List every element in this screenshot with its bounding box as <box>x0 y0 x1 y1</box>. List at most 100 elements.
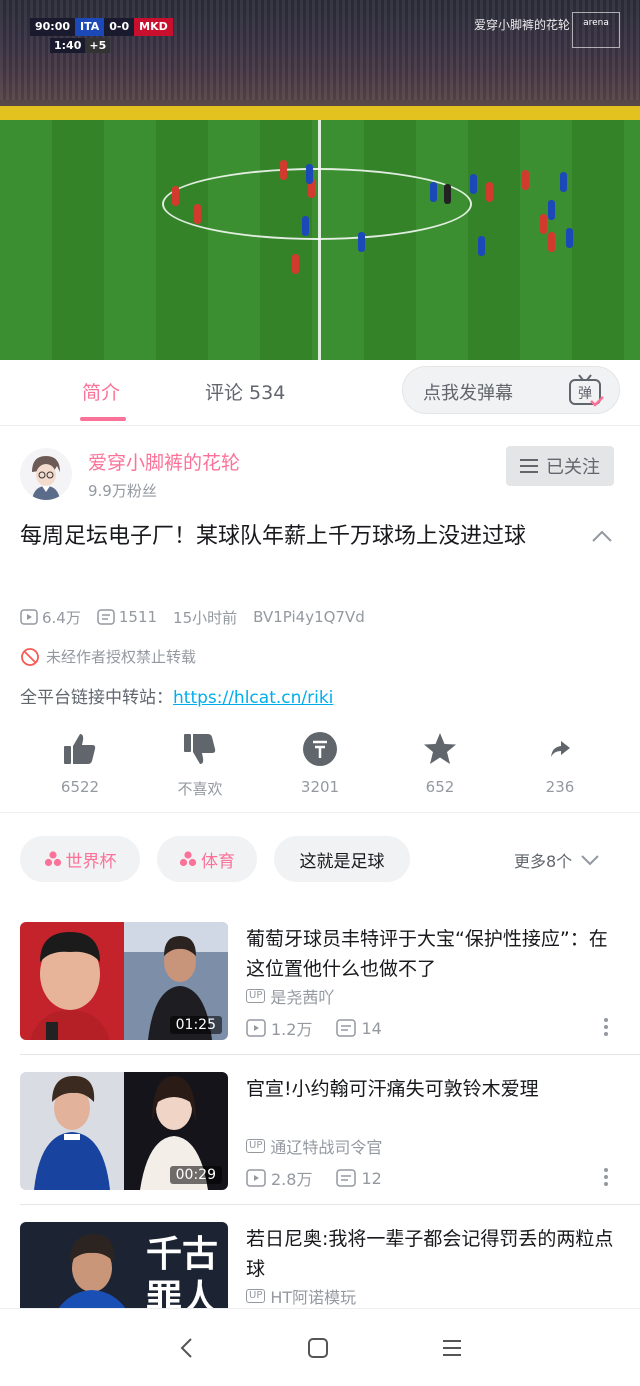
video-watermark: 爱穿小脚裤的花轮 <box>474 18 571 32</box>
danmaku-toggle-icon[interactable]: 弹 <box>567 373 605 409</box>
related-title: 官宣!小约翰可汗痛失可敦铃木爱理 <box>246 1078 539 1100</box>
more-options-icon[interactable] <box>604 1018 608 1036</box>
player <box>358 232 365 252</box>
tab-comments[interactable]: 评论 534 <box>205 378 285 405</box>
match-score: 0-0 <box>104 18 135 36</box>
author-name[interactable]: 爱穿小脚裤的花轮 <box>88 448 240 475</box>
coin-count: 3201 <box>300 778 340 796</box>
uploader-name: 通辽特战司令官 <box>270 1138 383 1157</box>
star-icon <box>424 733 456 764</box>
tab-intro[interactable]: 简介 <box>82 378 120 405</box>
share-button[interactable]: 236 <box>520 728 600 796</box>
video-thumbnail: 01:25 <box>20 922 228 1040</box>
share-arrow-icon <box>551 741 570 757</box>
extra-clock: 1:40 <box>50 38 86 53</box>
link-prefix: 全平台链接中转站： <box>20 688 173 708</box>
player <box>302 216 309 236</box>
tag-world-cup[interactable]: 世界杯 <box>20 836 140 882</box>
play-count-icon <box>246 1169 266 1187</box>
danmaku-input[interactable]: 点我发弹幕 弹 <box>402 366 620 414</box>
related-stats: 1.2万 14 <box>246 1016 406 1040</box>
favorite-button[interactable]: 652 <box>400 728 480 796</box>
divider <box>20 1204 640 1205</box>
no-repost-notice: 未经作者授权禁止转载 <box>20 646 196 667</box>
related-title: 若日尼奥:我将一辈子都会记得罚丢的两粒点球 <box>246 1228 614 1280</box>
divider <box>0 812 640 813</box>
player <box>306 164 313 184</box>
player <box>292 254 299 274</box>
danmaku-count-icon <box>97 609 115 625</box>
video-thumbnail: 00:29 <box>20 1072 228 1190</box>
uploader: UP 是尧茜吖 <box>246 984 334 1008</box>
uploader-name: 是尧茜吖 <box>270 988 335 1007</box>
description: 全平台链接中转站：https://hlcat.cn/riki <box>20 683 333 708</box>
uploader: UP 通辽特战司令官 <box>246 1134 382 1158</box>
added-time: +5 <box>85 38 111 53</box>
svg-text:千古: 千古 <box>146 1233 218 1275</box>
up-badge: UP <box>246 1139 266 1153</box>
home-icon[interactable] <box>304 1334 332 1362</box>
home-team: ITA <box>75 18 105 36</box>
up-badge: UP <box>246 1289 266 1303</box>
forbidden-icon <box>21 647 39 666</box>
related-video[interactable]: 00:29 官宣!小约翰可汗痛失可敦铃木爱理 UP 通辽特战司令官 2.8万 12 <box>0 1072 640 1222</box>
like-count: 6522 <box>60 778 100 796</box>
channel-icon <box>179 851 197 867</box>
chevron-up-icon[interactable] <box>590 528 614 544</box>
extra-time: 1:40 +5 <box>50 38 111 53</box>
coin-icon <box>303 732 337 766</box>
halfway-line <box>318 120 321 360</box>
more-options-icon[interactable] <box>604 1168 608 1186</box>
uploader-name: HT阿诺模玩 <box>270 1288 357 1307</box>
divider <box>0 425 640 426</box>
player <box>548 200 555 220</box>
tab-active-indicator <box>80 417 126 421</box>
video-stats: 6.4万 1511 15小时前 BV1Pi4y1Q7Vd <box>20 606 381 628</box>
player <box>172 186 179 206</box>
chevron-down-icon <box>581 855 599 866</box>
recents-menu-icon[interactable] <box>438 1334 466 1362</box>
dislike-button[interactable]: 不喜欢 <box>160 728 240 799</box>
author-fans: 9.9万粉丝 <box>88 482 157 500</box>
thumbs-up-icon <box>64 734 96 764</box>
uploader: UP HT阿诺模玩 <box>246 1284 356 1308</box>
related-stats: 2.8万 12 <box>246 1166 406 1190</box>
video-title: 每周足坛电子厂！某球队年薪上千万球场上没进过球 <box>20 524 527 549</box>
menu-icon <box>520 459 538 473</box>
author-avatar[interactable] <box>20 448 72 500</box>
danmaku-placeholder: 点我发弹幕 <box>423 383 513 404</box>
share-count: 236 <box>545 778 575 796</box>
back-icon[interactable] <box>174 1334 202 1362</box>
view-count: 6.4万 <box>42 608 81 627</box>
tag-sports[interactable]: 体育 <box>157 836 257 882</box>
away-team: MKD <box>134 18 173 36</box>
like-button[interactable]: 6522 <box>40 728 120 796</box>
video-duration: 01:25 <box>169 1016 222 1034</box>
player <box>470 174 477 194</box>
more-tags-button[interactable]: 更多8个 <box>514 848 600 872</box>
player <box>280 160 287 180</box>
follow-button[interactable]: 已关注 <box>506 446 614 486</box>
video-player[interactable]: 90:00 ITA 0-0 MKD 1:40 +5 爱穿小脚裤的花轮 arena <box>0 0 640 360</box>
referee <box>444 184 451 204</box>
thumbs-down-icon <box>184 734 216 764</box>
danmaku-count: 1511 <box>118 608 158 626</box>
related-video[interactable]: 01:25 葡萄牙球员丰特评于大宝“保护性接应”：在这位置他什么也做不了 UP 是… <box>0 922 640 1072</box>
player <box>478 236 485 256</box>
related-title: 葡萄牙球员丰特评于大宝“保护性接应”：在这位置他什么也做不了 <box>246 928 608 980</box>
center-circle <box>162 168 472 240</box>
tag-football[interactable]: 这就是足球 <box>274 836 410 882</box>
favorite-count: 652 <box>425 778 455 796</box>
svg-text:弹: 弹 <box>578 386 592 402</box>
channel-icon <box>44 851 61 867</box>
player <box>194 204 201 224</box>
danmaku-count-icon <box>336 1019 357 1037</box>
coin-button[interactable]: 3201 <box>280 728 360 796</box>
scoreboard: 90:00 ITA 0-0 MKD <box>30 18 173 36</box>
player <box>548 232 555 252</box>
player <box>560 172 567 192</box>
danmaku-count-icon <box>336 1169 357 1187</box>
description-link[interactable]: https://hlcat.cn/riki <box>173 688 333 708</box>
bvid: BV1Pi4y1Q7Vd <box>253 608 365 626</box>
publish-time: 15小时前 <box>173 608 238 627</box>
